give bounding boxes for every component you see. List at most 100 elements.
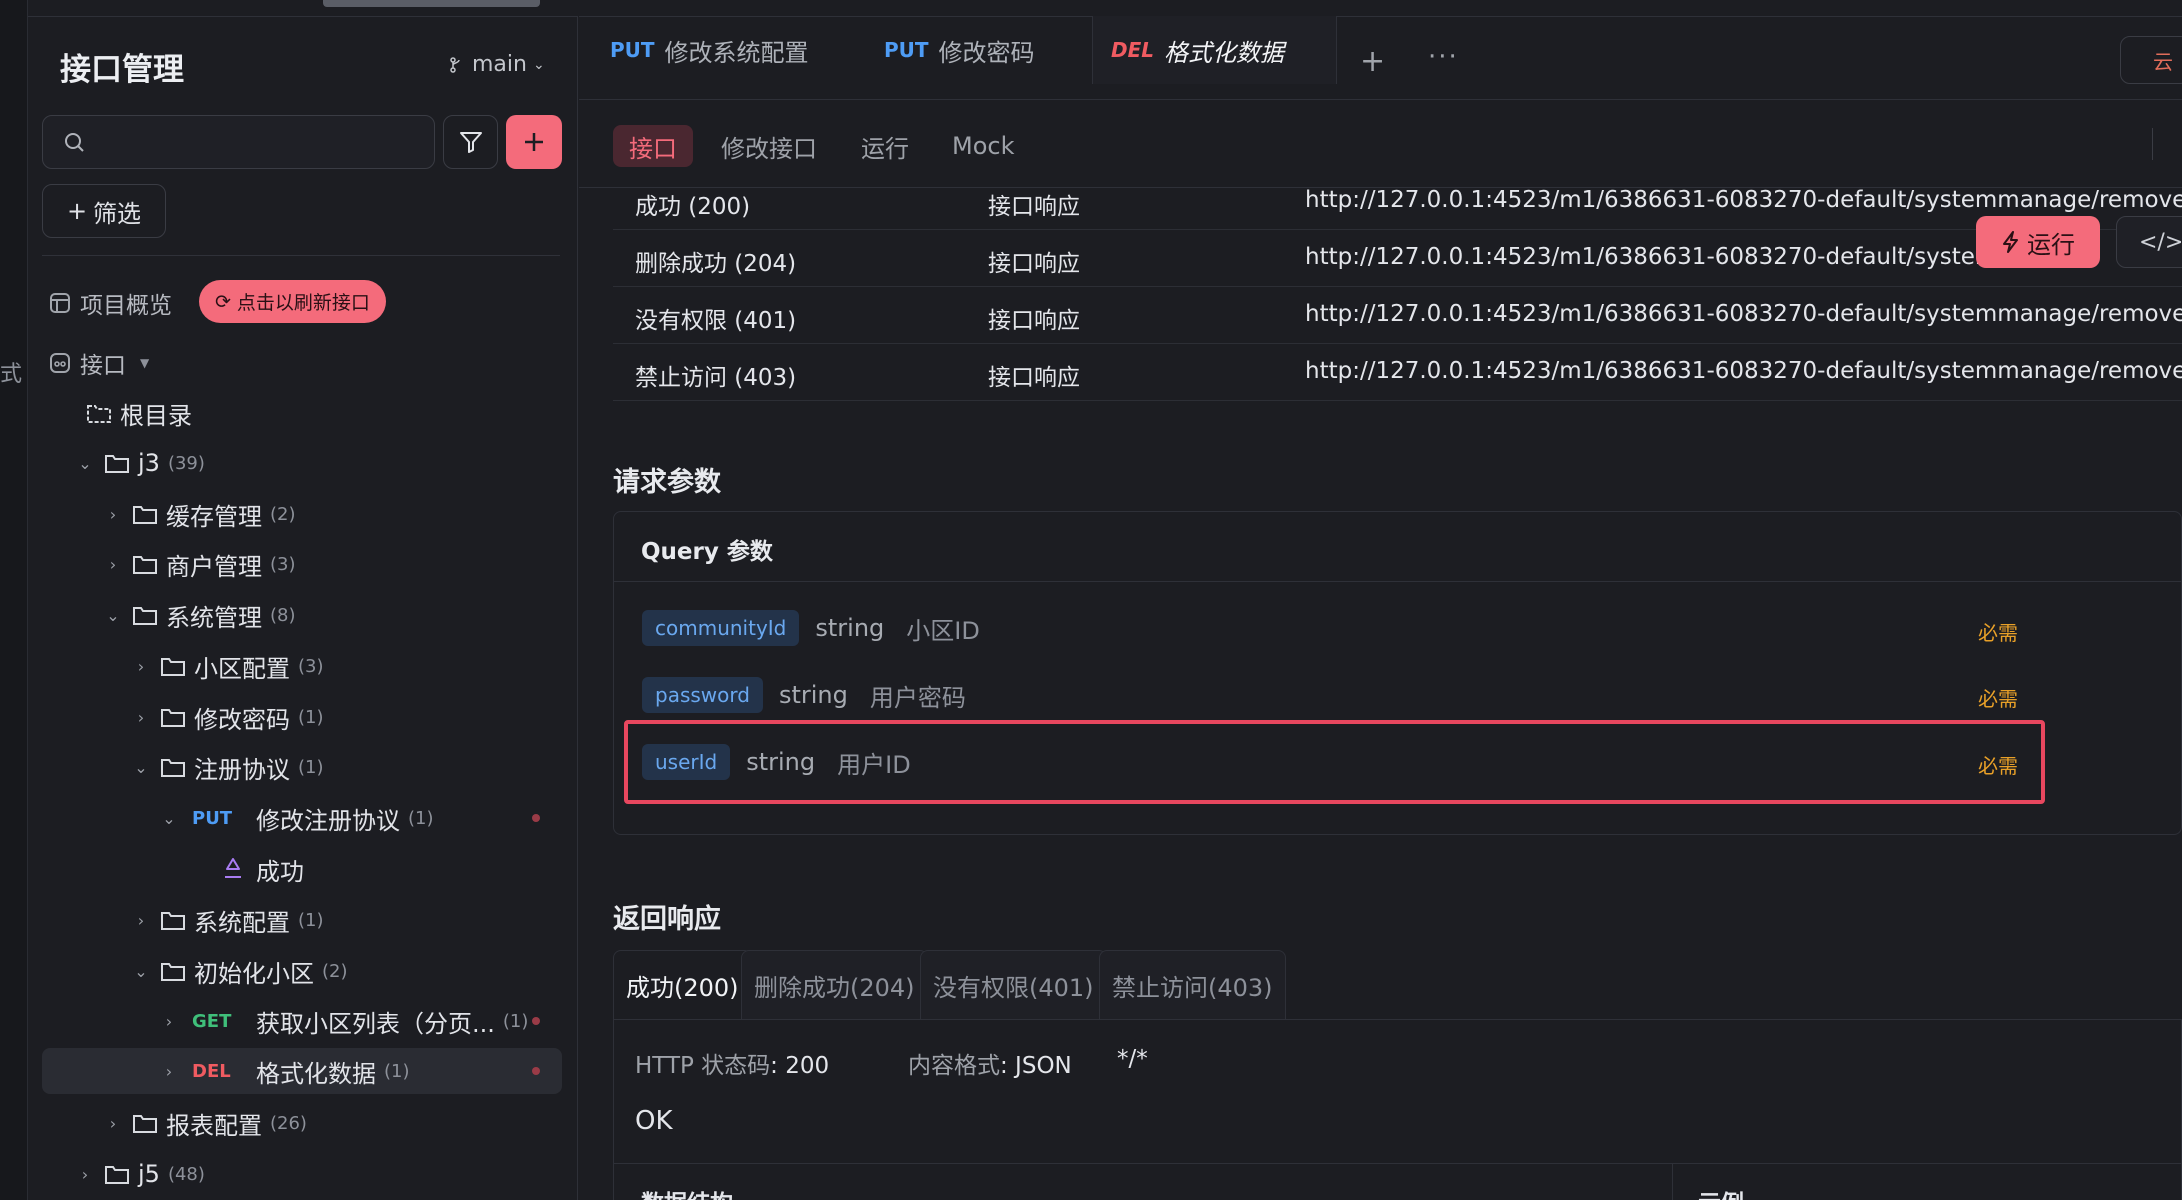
tree-item-merchant[interactable]: › 商户管理 (3)	[42, 541, 562, 587]
refresh-api-label: 点击以刷新接口	[236, 292, 370, 314]
tree-item-count: (2)	[270, 503, 296, 525]
response-type: 接口响应	[988, 251, 1080, 277]
folder-icon	[105, 455, 129, 473]
tree-item-count: (1)	[298, 909, 324, 931]
filter-button[interactable]	[443, 115, 498, 169]
tree-item-count: (48)	[167, 1163, 205, 1185]
new-tab-button[interactable]: +	[1360, 44, 1385, 79]
tree-item-j5[interactable]: › j5 (48)	[42, 1151, 562, 1197]
project-overview[interactable]: 项目概览	[48, 286, 172, 320]
subtab-mock[interactable]: Mock	[936, 125, 1030, 167]
response-tab-200[interactable]: 成功(200)	[613, 950, 752, 1020]
tree-item-label: 小区配置	[194, 654, 290, 683]
caret-down-icon: ▼	[140, 356, 150, 370]
run-button[interactable]: 运行	[1976, 216, 2100, 268]
method-badge: GET	[192, 1010, 232, 1032]
layout-icon	[50, 293, 70, 313]
tree-item-system[interactable]: ⌄ 系统管理 (8)	[42, 592, 562, 638]
tab-put-change-password[interactable]: PUT 修改密码	[884, 16, 1035, 84]
generate-code-button[interactable]: </> 生	[2116, 216, 2182, 268]
http-status-value: : 200	[770, 1053, 830, 1079]
search-icon	[65, 133, 84, 152]
method-badge: PUT	[884, 38, 929, 62]
response-row[interactable]: 没有权限 (401) 接口响应 http://127.0.0.1:4523/m1…	[613, 287, 2182, 344]
folder-icon	[133, 607, 157, 625]
tab-label: 格式化数据	[1164, 38, 1285, 67]
mock-url[interactable]: http://127.0.0.1:4523/m1/6386631-6083270…	[1305, 358, 2182, 384]
response-row[interactable]: 禁止访问 (403) 接口响应 http://127.0.0.1:4523/m1…	[613, 344, 2182, 401]
mock-url[interactable]: http://127.0.0.1:4523/m1/6386631-6083270…	[1305, 301, 2182, 327]
response-tab-204[interactable]: 删除成功(204)	[741, 950, 928, 1020]
response-row[interactable]: 成功 (200) 接口响应 http://127.0.0.1:4523/m1/6…	[613, 173, 2182, 230]
run-label: 运行	[2027, 230, 2075, 259]
response-name: 删除成功 (204)	[635, 251, 797, 277]
content-type-wildcard: */*	[1117, 1046, 1148, 1072]
content-type-label: 内容格式	[908, 1053, 1000, 1079]
api-root-node[interactable]: 接口 ▼	[48, 346, 149, 380]
refresh-api-button[interactable]: ⟳ 点击以刷新接口	[199, 280, 386, 323]
tree-item-label: 根目录	[120, 401, 192, 430]
tree-item-label: 修改密码	[194, 705, 290, 734]
response-tab-403[interactable]: 禁止访问(403)	[1099, 950, 1286, 1020]
chevron-right-icon: ›	[137, 910, 145, 930]
example-label: 示例	[1698, 1184, 1744, 1200]
mock-url[interactable]: http://127.0.0.1:4523/m1/6386631-6083270…	[1305, 244, 2034, 270]
tree-item-label: 系统管理	[166, 603, 262, 632]
tree-item-change-password[interactable]: › 修改密码 (1)	[42, 694, 562, 740]
response-tab-401[interactable]: 没有权限(401)	[920, 950, 1107, 1020]
refresh-icon: ⟳	[215, 290, 231, 313]
chevron-right-icon: ›	[165, 1011, 173, 1031]
add-filter-button[interactable]: + 筛选	[42, 184, 166, 238]
tab-put-system-config[interactable]: PUT 修改系统配置	[610, 16, 809, 84]
add-filter-label: 筛选	[93, 199, 142, 228]
subtab-run[interactable]: 运行	[845, 125, 925, 167]
query-params-header	[614, 512, 2182, 582]
tree-item-report-config[interactable]: › 报表配置 (26)	[42, 1100, 562, 1146]
tree-item-success-case[interactable]: 成功	[42, 846, 562, 892]
tree-item-community-config[interactable]: › 小区配置 (3)	[42, 643, 562, 689]
tree-item-root[interactable]: 根目录	[42, 390, 562, 436]
param-description: 小区ID	[906, 616, 980, 645]
tree-item-cache[interactable]: › 缓存管理 (2)	[42, 491, 562, 537]
tree-item-label: 格式化数据	[256, 1059, 376, 1088]
search-input[interactable]	[93, 126, 413, 158]
chevron-right-icon: ›	[165, 1061, 173, 1081]
tree-item-put-update-agreement[interactable]: ⌄ PUT 修改注册协议 (1)	[42, 795, 562, 841]
folder-icon	[133, 556, 157, 574]
branch-selector[interactable]: main ⌄	[448, 52, 545, 77]
tree-item-system-config[interactable]: › 系统配置 (1)	[42, 897, 562, 943]
tree-item-init-community[interactable]: ⌄ 初始化小区 (2)	[42, 948, 562, 994]
tree-item-del-format-data[interactable]: › DEL 格式化数据 (1)	[42, 1048, 562, 1094]
api-root-label: 接口	[80, 353, 126, 379]
chevron-right-icon: ›	[81, 1164, 89, 1184]
tree-item-j3[interactable]: ⌄ j3 (39)	[42, 440, 562, 486]
tab-del-format-data[interactable]: DEL 格式化数据	[1092, 16, 1337, 84]
api-icon	[50, 353, 70, 373]
param-row[interactable]: communityId string 小区ID	[642, 608, 980, 648]
tree-item-count: (2)	[322, 960, 348, 982]
chevron-down-icon: ⌄	[106, 605, 120, 625]
column-divider	[1672, 1163, 1673, 1200]
top-scrollbar[interactable]	[323, 0, 540, 7]
content-type: 内容格式: JSON	[908, 1046, 1072, 1080]
response-row[interactable]: 删除成功 (204) 接口响应 http://127.0.0.1:4523/m1…	[613, 230, 2182, 287]
add-button[interactable]	[506, 115, 562, 169]
tree-item-count: (1)	[384, 1060, 410, 1082]
cloud-button[interactable]: 云	[2120, 36, 2182, 84]
tree-item-label: 商户管理	[166, 552, 262, 581]
param-row[interactable]: password string 用户密码	[642, 675, 966, 715]
subtab-api[interactable]: 接口	[613, 125, 693, 167]
chevron-down-icon: ⌄	[162, 808, 176, 828]
status-dot	[532, 1017, 540, 1025]
code-icon: </>	[2139, 229, 2182, 255]
method-badge: DEL	[192, 1060, 231, 1082]
tree-item-get-community-list[interactable]: › GET 获取小区列表（分页... (1)	[42, 998, 562, 1044]
tree-item-label: 初始化小区	[194, 959, 314, 988]
more-tabs-button[interactable]: ···	[1428, 42, 1459, 72]
subtab-edit-api[interactable]: 修改接口	[705, 125, 833, 167]
param-description: 用户密码	[869, 683, 966, 712]
mock-url[interactable]: http://127.0.0.1:4523/m1/6386631-6083270…	[1305, 187, 2182, 213]
tree-item-register-agreement[interactable]: ⌄ 注册协议 (1)	[42, 744, 562, 790]
required-badge: 必需	[1978, 621, 2018, 645]
tree-item-count: (1)	[502, 1010, 529, 1032]
